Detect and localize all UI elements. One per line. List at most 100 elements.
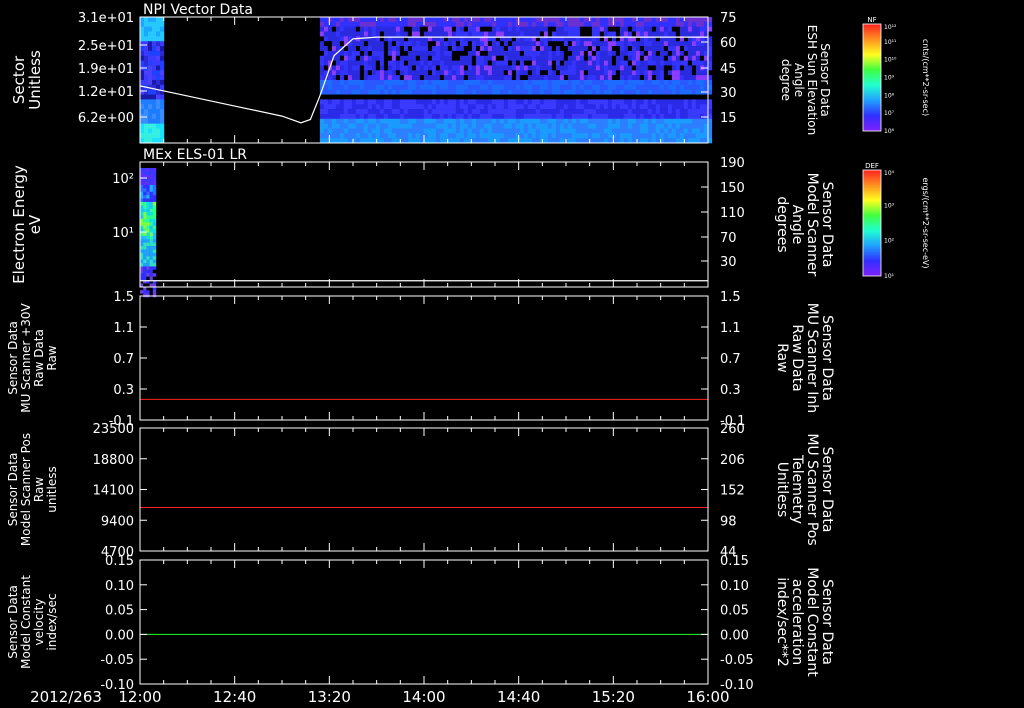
heatmap-cell (527, 113, 533, 120)
y-tick-label: 1.9e+01 (78, 62, 134, 77)
heatmap-cell (146, 208, 150, 213)
heatmap-cell (423, 113, 429, 120)
heatmap-cell (160, 128, 165, 134)
y-tick-label-right: 0.10 (720, 579, 749, 594)
heatmap-cell (435, 94, 441, 100)
heatmap-cell (495, 84, 501, 90)
heatmap-cell (571, 99, 577, 105)
heatmap-cell (551, 70, 557, 76)
heatmap-cell (355, 50, 361, 57)
heatmap-cell (415, 133, 421, 139)
heatmap-cell (699, 80, 705, 86)
heatmap-cell (515, 133, 521, 139)
heatmap-cell (367, 128, 373, 134)
heatmap-cell (443, 89, 449, 95)
heatmap-cell (663, 104, 669, 110)
heatmap-cell (331, 41, 337, 47)
heatmap-cell (156, 26, 161, 32)
heatmap-cell (703, 104, 709, 110)
heatmap-cell (475, 21, 481, 27)
heatmap-cell (403, 46, 409, 52)
heatmap-cell (507, 55, 513, 61)
heatmap-cell (595, 55, 601, 61)
heatmap-cell (387, 128, 393, 134)
heatmap-cell (387, 94, 393, 100)
heatmap-cell (623, 99, 629, 105)
heatmap-cell (467, 109, 473, 115)
heatmap-cell (447, 21, 453, 27)
heatmap-cell (639, 55, 645, 61)
heatmap-cell (659, 55, 665, 61)
heatmap-cell (419, 123, 425, 129)
heatmap-cell (603, 26, 609, 32)
heatmap-cell (519, 17, 525, 23)
heatmap-cell (547, 84, 553, 90)
heatmap-cell (487, 123, 493, 129)
heatmap-cell (415, 65, 421, 71)
heatmap-cell (423, 60, 429, 66)
heatmap-cell (399, 128, 405, 134)
heatmap-cell (443, 84, 449, 90)
heatmap-cell (591, 55, 597, 61)
heatmap-cell (523, 65, 529, 71)
heatmap-cell (379, 128, 385, 134)
heatmap-cell (371, 55, 377, 61)
heatmap-cell (595, 41, 601, 47)
heatmap-cell (551, 99, 557, 105)
heatmap-cell (503, 133, 509, 139)
heatmap-cell (367, 70, 373, 76)
heatmap-cell (152, 128, 157, 134)
heatmap-cell (663, 80, 669, 86)
heatmap-cell (655, 50, 661, 57)
heatmap-cell (699, 104, 705, 110)
heatmap-cell (487, 46, 493, 52)
heatmap-cell (152, 256, 157, 260)
heatmap-cell (431, 123, 437, 129)
heatmap-cell (391, 113, 397, 120)
heatmap-cell (591, 41, 597, 47)
heatmap-cell (671, 123, 677, 129)
y-tick-label-right: 30 (720, 255, 737, 270)
heatmap-cell (443, 104, 449, 110)
heatmap-cell (383, 99, 389, 105)
heatmap-cell (471, 118, 477, 124)
heatmap-cell (587, 60, 593, 66)
heatmap-cell (140, 218, 144, 223)
heatmap-cell (431, 17, 437, 23)
heatmap-cell (463, 104, 469, 110)
heatmap-cell (149, 293, 153, 298)
heatmap-cell (148, 70, 153, 76)
heatmap-cell (319, 133, 325, 139)
heatmap-cell (455, 80, 461, 86)
heatmap-cell (479, 55, 485, 61)
colorbar-tick-label: 10⁸ (884, 92, 895, 99)
heatmap-cell (551, 113, 557, 120)
heatmap-cell (539, 21, 545, 27)
heatmap-cell (623, 128, 629, 134)
heatmap-cell (575, 80, 581, 86)
heatmap-cell (623, 21, 629, 27)
heatmap-cell (495, 94, 501, 100)
heatmap-cell (691, 94, 697, 100)
heatmap-cell (527, 46, 533, 52)
panel-frame-2 (139, 161, 709, 288)
heatmap-cell (467, 84, 473, 90)
y-tick-label-right: 110 (720, 206, 745, 221)
heatmap-cell (647, 55, 653, 61)
heatmap-cell (607, 104, 613, 110)
heatmap-cell (635, 133, 641, 139)
heatmap-cell (535, 31, 541, 37)
heatmap-cell (563, 99, 569, 105)
heatmap-cell (391, 55, 397, 61)
y-axis-title-right: Sensor Data (818, 43, 832, 117)
heatmap-cell (335, 26, 341, 32)
heatmap-cell (687, 89, 693, 95)
heatmap-cell (499, 128, 505, 134)
heatmap-cell (431, 55, 437, 61)
heatmap-cell (143, 293, 147, 298)
heatmap-cell (415, 128, 421, 134)
heatmap-cell (659, 113, 665, 120)
heatmap-cell (611, 21, 617, 27)
heatmap-cell (399, 60, 405, 66)
heatmap-cell (399, 104, 405, 110)
